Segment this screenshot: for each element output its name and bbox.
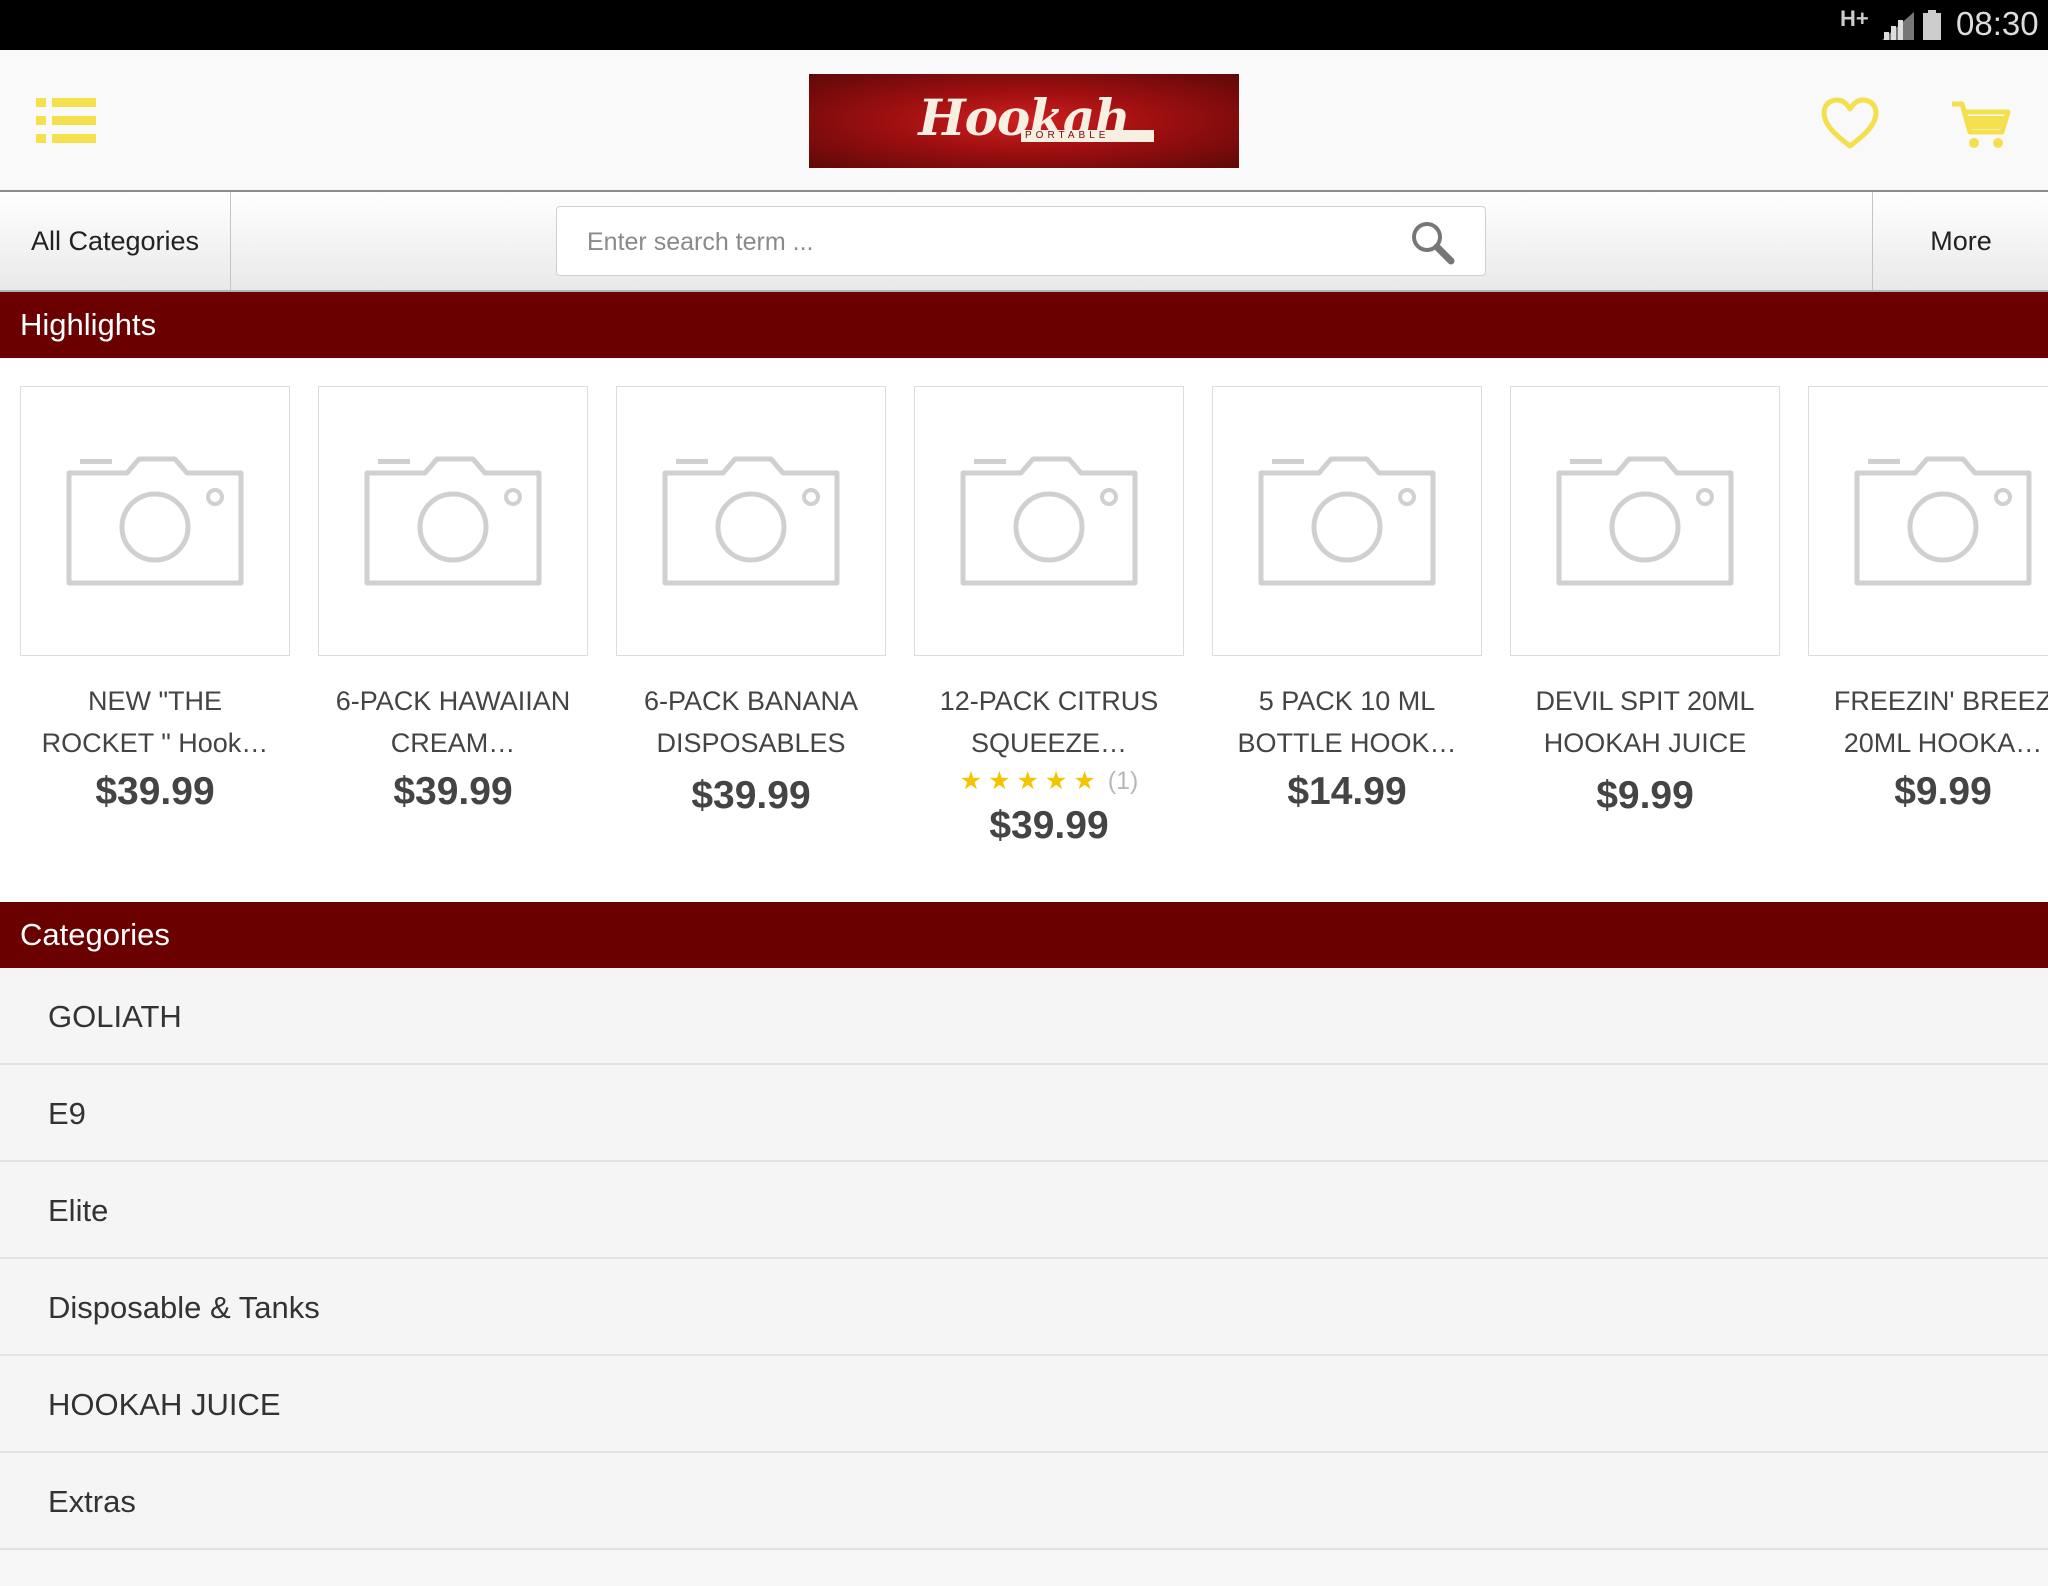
list-menu-icon: [36, 98, 96, 143]
product-card[interactable]: 6-PACK BANANA DISPOSABLES $39.99: [616, 386, 886, 818]
camera-icon: [1258, 456, 1436, 586]
category-item-e9[interactable]: E9: [0, 1065, 2048, 1162]
product-name: NEW "THE ROCKET " Hook…: [41, 686, 269, 758]
product-image: [318, 386, 588, 656]
product-card[interactable]: NEW "THE ROCKET " Hook… $39.99: [20, 386, 290, 814]
product-price: $39.99: [691, 774, 811, 817]
more-button[interactable]: More: [1872, 192, 2048, 290]
signal-icon: [1882, 12, 1914, 40]
category-item-elite[interactable]: Elite: [0, 1162, 2048, 1259]
camera-icon: [662, 456, 840, 586]
product-price: $14.99: [1287, 770, 1407, 813]
star-icons: ★★★★★: [959, 767, 1102, 795]
product-price: $9.99: [1596, 774, 1694, 817]
category-item-disposable-tanks[interactable]: Disposable & Tanks: [0, 1259, 2048, 1356]
product-image: [1808, 386, 2048, 656]
product-image: [914, 386, 1184, 656]
product-name: 5 PACK 10 ML BOTTLE HOOK…: [1237, 686, 1457, 758]
camera-icon: [364, 456, 542, 586]
product-image: [20, 386, 290, 656]
rating-count: (1): [1107, 767, 1139, 795]
cart-button[interactable]: [1950, 98, 2012, 152]
network-type: H+: [1840, 6, 1869, 31]
product-name: FREEZIN' BREEZ 20ML HOOKA…: [1833, 686, 2048, 758]
highlights-carousel[interactable]: NEW "THE ROCKET " Hook… $39.99 6-PACK HA…: [0, 358, 2048, 902]
heart-icon: [1821, 97, 1879, 149]
product-card[interactable]: 5 PACK 10 ML BOTTLE HOOK… $14.99: [1212, 386, 1482, 814]
category-item-extras[interactable]: Extras: [0, 1453, 2048, 1550]
logo-subtext: PORTABLE: [1021, 130, 1154, 142]
search-icon[interactable]: [1409, 219, 1455, 265]
category-item-goliath[interactable]: GOLIATH: [0, 968, 2048, 1065]
camera-icon: [1556, 456, 1734, 586]
camera-icon: [1854, 456, 2032, 586]
clock: 08:30: [1956, 5, 2039, 42]
product-image: [616, 386, 886, 656]
rating-stars: ★★★★★ (1): [914, 766, 1184, 798]
product-card[interactable]: 6-PACK HAWAIIAN CREAM… $39.99: [318, 386, 588, 814]
wishlist-button[interactable]: [1820, 96, 1880, 152]
product-card[interactable]: 12-PACK CITRUS SQUEEZE… ★★★★★ (1) $39.99: [914, 386, 1184, 848]
store-logo[interactable]: Hookah PORTABLE: [809, 74, 1239, 168]
app-header: Hookah PORTABLE: [0, 50, 2048, 192]
battery-icon: [1923, 10, 1941, 40]
product-image: [1510, 386, 1780, 656]
product-name: DEVIL SPIT 20ML HOOKAH JUICE: [1535, 686, 1755, 758]
status-bar: H+ 08:30: [0, 0, 2048, 50]
camera-icon: [960, 456, 1138, 586]
category-list: GOLIATH E9 Elite Disposable & Tanks HOOK…: [0, 968, 2048, 1550]
product-price: $39.99: [95, 770, 215, 813]
categories-header: Categories: [0, 902, 2048, 968]
product-image: [1212, 386, 1482, 656]
search-toolbar: All Categories More: [0, 192, 2048, 292]
product-name: 12-PACK CITRUS SQUEEZE…: [939, 686, 1159, 758]
product-name: 6-PACK HAWAIIAN CREAM…: [335, 686, 571, 758]
product-name: 6-PACK BANANA DISPOSABLES: [643, 686, 859, 758]
category-item-hookah-juice[interactable]: HOOKAH JUICE: [0, 1356, 2048, 1453]
product-price: $39.99: [393, 770, 513, 813]
cart-icon: [1952, 101, 2011, 148]
camera-icon: [66, 456, 244, 586]
search-input[interactable]: [585, 207, 1369, 277]
highlights-header: Highlights: [0, 292, 2048, 358]
product-price: $9.99: [1894, 770, 1992, 813]
product-card[interactable]: DEVIL SPIT 20ML HOOKAH JUICE $9.99: [1510, 386, 1780, 818]
product-card[interactable]: FREEZIN' BREEZ 20ML HOOKA… $9.99: [1808, 386, 2048, 814]
all-categories-button[interactable]: All Categories: [0, 192, 231, 290]
product-price: $39.99: [989, 804, 1109, 847]
search-box: [556, 206, 1486, 277]
menu-button[interactable]: [36, 96, 98, 146]
